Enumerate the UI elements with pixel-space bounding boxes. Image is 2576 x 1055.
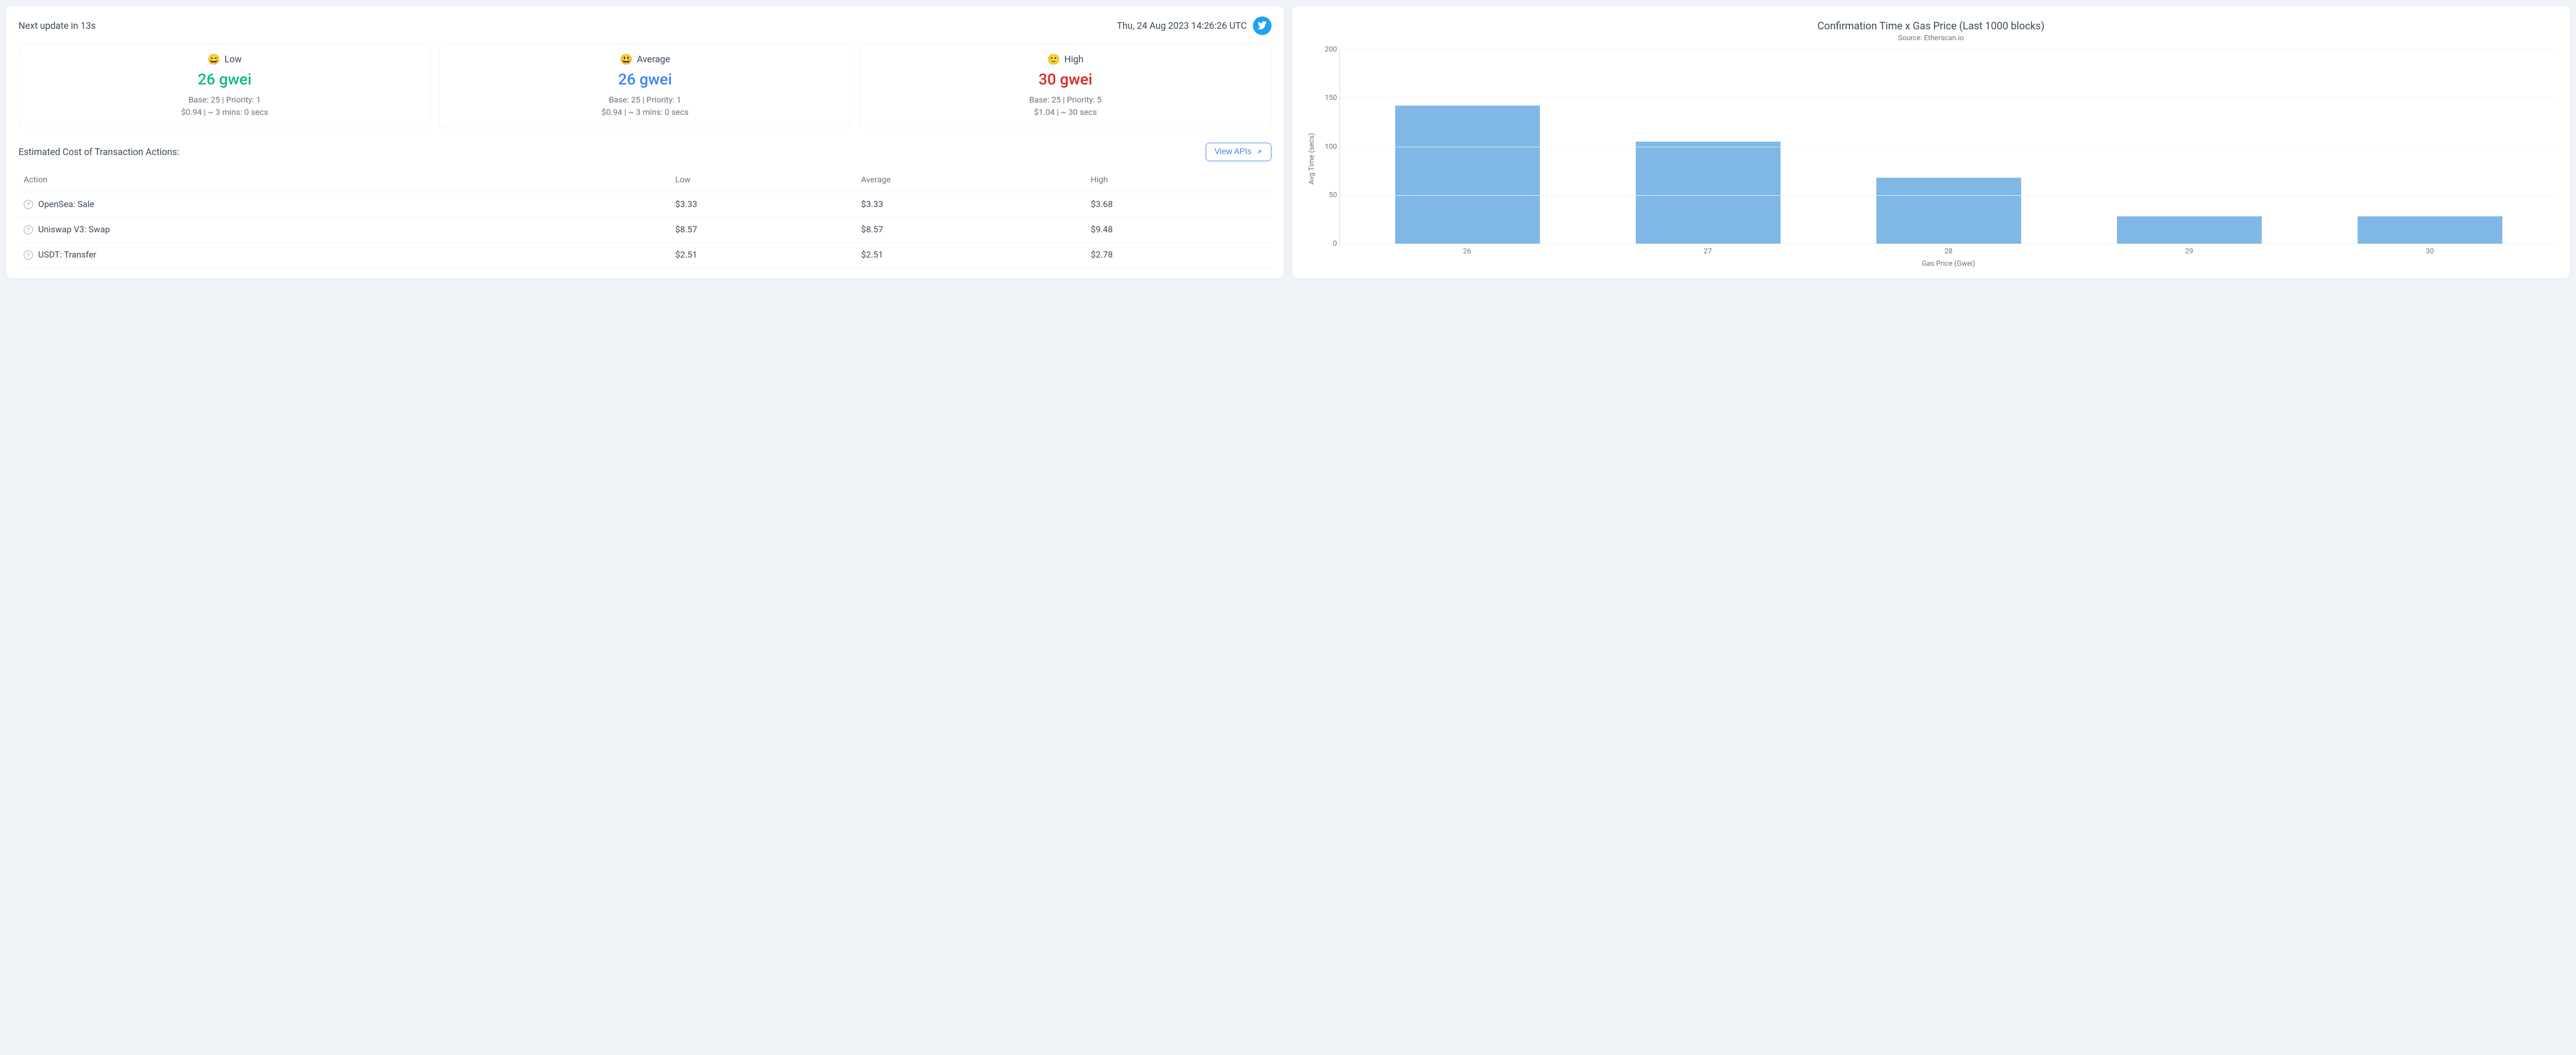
cost-table: Action Low Average High ? OpenSea: Sale $3… — [19, 167, 1272, 268]
chart-body: 050100150200 26 27 28 29 30 Gas Price (Gwei) — [1319, 49, 2557, 268]
chart-subtitle: Source: Etherscan.io — [1898, 34, 1964, 42]
help-icon[interactable]: ? — [24, 225, 33, 234]
cell-low: $8.57 — [670, 217, 856, 243]
gas-tracker-panel: Next update in 13s Thu, 24 Aug 2023 14:2… — [6, 6, 1284, 278]
gas-avg-base: Base: 25 | Priority: 1 — [445, 94, 845, 106]
gas-high-label: High — [1064, 54, 1083, 65]
gridline — [1340, 49, 2557, 50]
header-right: Thu, 24 Aug 2023 14:26:26 UTC — [1117, 16, 1272, 35]
gas-low-value: 26 gwei — [24, 71, 425, 89]
col-high: High — [1086, 167, 1272, 192]
timestamp-text: Thu, 24 Aug 2023 14:26:26 UTC — [1117, 21, 1247, 31]
gridline — [1340, 195, 2557, 196]
plot-area: 050100150200 — [1340, 49, 2557, 244]
view-apis-label: View APIs — [1214, 147, 1251, 157]
col-action: Action — [19, 167, 670, 192]
y-tick-label: 200 — [1317, 45, 1337, 54]
gas-low-label: Low — [225, 54, 242, 65]
x-tick-label: 26 — [1463, 247, 1471, 256]
col-avg: Average — [856, 167, 1086, 192]
chart-panel: Confirmation Time x Gas Price (Last 1000… — [1292, 6, 2570, 278]
help-icon[interactable]: ? — [24, 250, 33, 260]
col-low: Low — [670, 167, 856, 192]
y-tick-label: 150 — [1317, 94, 1337, 102]
cell-high: $9.48 — [1086, 217, 1272, 243]
bar — [2117, 216, 2261, 244]
action-name: Uniswap V3: Swap — [38, 225, 110, 235]
table-row: ?OpenSea: Sale$3.33$3.33$3.68 — [19, 192, 1272, 217]
view-apis-button[interactable]: View APIs — [1206, 143, 1272, 161]
cell-avg: $2.51 — [856, 243, 1086, 268]
cell-avg: $3.33 — [856, 192, 1086, 217]
cell-avg: $8.57 — [856, 217, 1086, 243]
emoji-low-icon: 😄 — [208, 53, 221, 65]
gas-avg-label: Average — [637, 54, 670, 65]
gas-high-base: Base: 25 | Priority: 5 — [865, 94, 1266, 106]
gas-low-base: Base: 25 | Priority: 1 — [24, 94, 425, 106]
y-tick-label: 0 — [1317, 240, 1337, 248]
external-link-icon — [1256, 148, 1263, 156]
emoji-high-icon: 🙂 — [1047, 53, 1060, 65]
action-name: OpenSea: Sale — [38, 199, 94, 210]
y-axis-label: Avg Time (secs) — [1304, 133, 1319, 184]
y-tick-label: 50 — [1317, 191, 1337, 199]
emoji-avg-icon: 😃 — [620, 53, 633, 65]
gas-cards: 😄 Low 26 gwei Base: 25 | Priority: 1 $0.… — [19, 44, 1272, 128]
gas-avg-cost: $0.94 | ~ 3 mins: 0 secs — [445, 106, 845, 118]
x-tick-label: 30 — [2426, 247, 2434, 256]
x-tick-label: 27 — [1704, 247, 1712, 256]
help-icon[interactable]: ? — [24, 200, 33, 209]
cell-low: $3.33 — [670, 192, 856, 217]
gas-card-low: 😄 Low 26 gwei Base: 25 | Priority: 1 $0.… — [19, 44, 431, 128]
table-row: ?USDT: Transfer$2.51$2.51$2.78 — [19, 243, 1272, 268]
gas-low-cost: $0.94 | ~ 3 mins: 0 secs — [24, 106, 425, 118]
action-cell: ? Uniswap V3: Swap — [24, 225, 665, 235]
x-axis-label: Gas Price (Gwei) — [1340, 260, 2557, 268]
bar — [1876, 178, 2021, 244]
action-cell: ? USDT: Transfer — [24, 250, 665, 260]
x-tick-labels: 26 27 28 29 30 — [1340, 244, 2557, 256]
table-title: Estimated Cost of Transaction Actions: — [19, 147, 179, 158]
x-tick-label: 29 — [2185, 247, 2193, 256]
x-tick-label: 28 — [1944, 247, 1953, 256]
next-update-text: Next update in 13s — [19, 21, 96, 31]
action-name: USDT: Transfer — [38, 250, 96, 260]
table-header-row: Estimated Cost of Transaction Actions: V… — [19, 143, 1272, 161]
table-row: ?Uniswap V3: Swap$8.57$8.57$9.48 — [19, 217, 1272, 243]
gas-card-average: 😃 Average 26 gwei Base: 25 | Priority: 1… — [439, 44, 851, 128]
bar — [1636, 142, 1780, 244]
y-tick-label: 100 — [1317, 143, 1337, 151]
gas-avg-value: 26 gwei — [445, 71, 845, 89]
header-row: Next update in 13s Thu, 24 Aug 2023 14:2… — [19, 16, 1272, 35]
bar — [2358, 216, 2502, 244]
gas-card-high: 🙂 High 30 gwei Base: 25 | Priority: 5 $1… — [859, 44, 1272, 128]
twitter-icon[interactable] — [1253, 16, 1272, 35]
cell-low: $2.51 — [670, 243, 856, 268]
cell-high: $2.78 — [1086, 243, 1272, 268]
action-cell: ? OpenSea: Sale — [24, 199, 665, 210]
chart-area: Avg Time (secs) 050100150200 26 27 28 29 30 … — [1304, 49, 2557, 268]
chart-title: Confirmation Time x Gas Price (Last 1000… — [1818, 20, 2045, 32]
gas-high-cost: $1.04 | ~ 30 secs — [865, 106, 1266, 118]
bar — [1395, 106, 1539, 244]
cell-high: $3.68 — [1086, 192, 1272, 217]
gas-high-value: 30 gwei — [865, 71, 1266, 89]
